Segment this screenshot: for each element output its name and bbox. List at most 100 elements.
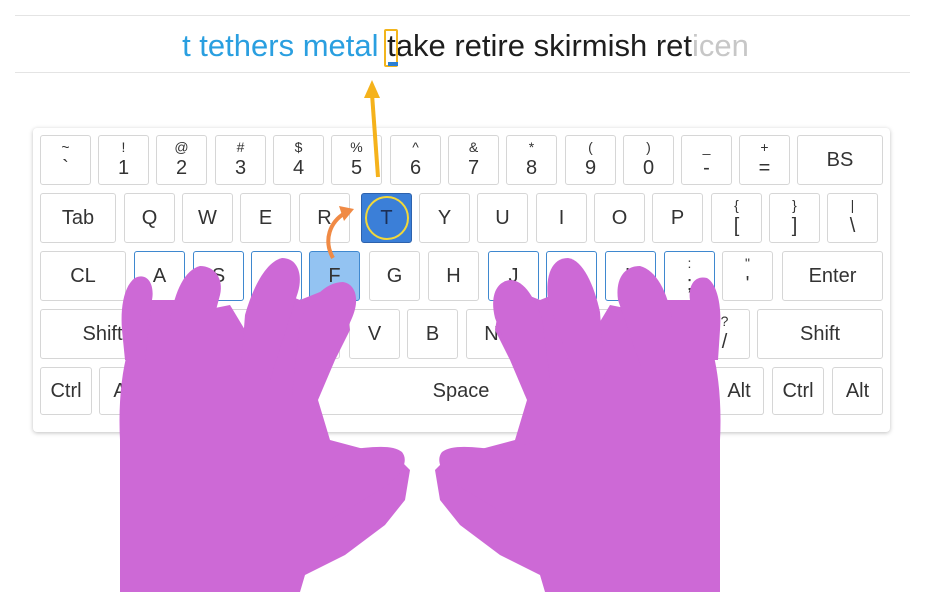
- key-row1-9[interactable]: (9: [565, 135, 616, 185]
- typing-text-line: t tethers metal t ake retire skirmish ret…: [0, 26, 931, 67]
- key-row1-9-label: 9: [584, 157, 597, 179]
- key-t-label: T: [380, 206, 393, 229]
- faded-text: icen: [692, 28, 749, 63]
- key-q[interactable]: Q: [124, 193, 175, 243]
- key-row2-sym-2-label: \: [849, 215, 856, 237]
- key-row1-2-shift-label: @: [174, 139, 189, 155]
- key-f[interactable]: F: [309, 251, 360, 301]
- key-e-label: E: [258, 206, 273, 229]
- key-s-label: S: [211, 264, 226, 287]
- key-space-label: Space: [432, 379, 490, 402]
- key-c[interactable]: C: [289, 309, 340, 359]
- key-quote-label: ': [745, 273, 750, 295]
- key-row1-0-label: `: [62, 157, 69, 179]
- key-row1-4[interactable]: $4: [273, 135, 324, 185]
- key-b[interactable]: B: [407, 309, 458, 359]
- key-e[interactable]: E: [240, 193, 291, 243]
- key-row1-5-label: 5: [350, 157, 363, 179]
- key-row2-sym-1-shift-label: }: [792, 197, 797, 213]
- key-ctrl-right-label: Ctrl: [782, 379, 814, 402]
- key-s[interactable]: S: [193, 251, 244, 301]
- key-t[interactable]: T: [361, 193, 412, 243]
- key-n[interactable]: N: [466, 309, 517, 359]
- key-alt-far-right-label: Alt: [845, 379, 870, 402]
- key-h[interactable]: H: [428, 251, 479, 301]
- key-v[interactable]: V: [349, 309, 400, 359]
- key-f-label: F: [328, 264, 341, 287]
- current-character: t: [384, 28, 399, 67]
- key-y-label: Y: [437, 206, 452, 229]
- key-tab-label: Tab: [61, 206, 95, 229]
- key-row1-0[interactable]: ~ `: [40, 135, 91, 185]
- key-row1-11[interactable]: _ -: [681, 135, 732, 185]
- key-shift-left-label: Shift: [82, 322, 123, 345]
- key-alt-right[interactable]: Alt: [714, 367, 764, 415]
- key-y[interactable]: Y: [419, 193, 470, 243]
- key-semicolon-label: ;: [686, 273, 693, 295]
- key-k[interactable]: K: [546, 251, 597, 301]
- key-row1-2[interactable]: @2: [156, 135, 207, 185]
- key-alt-far-right[interactable]: Alt: [832, 367, 883, 415]
- key-p[interactable]: P: [652, 193, 703, 243]
- key-tab[interactable]: Tab: [40, 193, 116, 243]
- key-row1-10-shift-label: ): [646, 139, 651, 155]
- key-row4-sym-2[interactable]: ? /: [699, 309, 750, 359]
- key-o[interactable]: O: [594, 193, 645, 243]
- key-row2-sym-2[interactable]: | \: [827, 193, 878, 243]
- key-shift-left[interactable]: Shift: [40, 309, 165, 359]
- key-row1-10[interactable]: ) 0: [623, 135, 674, 185]
- key-k-label: K: [564, 264, 579, 287]
- key-quote[interactable]: " ': [722, 251, 773, 301]
- key-row1-3[interactable]: #3: [215, 135, 266, 185]
- key-x-label: X: [248, 322, 263, 345]
- key-row1-5[interactable]: % 5: [331, 135, 382, 185]
- key-j-label: J: [508, 264, 519, 287]
- key-semicolon[interactable]: :;: [664, 251, 715, 301]
- key-caps-lock-label: CL: [70, 264, 96, 287]
- key-shift-right-label: Shift: [799, 322, 841, 345]
- key-i-label: I: [558, 206, 565, 229]
- key-d[interactable]: D: [251, 251, 302, 301]
- key-row1-0-shift-label: ~: [61, 139, 70, 155]
- key-caps-lock[interactable]: CL: [40, 251, 126, 301]
- key-l[interactable]: L: [605, 251, 656, 301]
- key-row1-8[interactable]: * 8: [506, 135, 557, 185]
- key-u[interactable]: U: [477, 193, 528, 243]
- upcoming-text: ake retire skirmish ret: [395, 28, 693, 63]
- key-row1-11-shift-label: _: [702, 139, 711, 155]
- key-row4-sym-1[interactable]: >.: [641, 309, 692, 359]
- key-alt-left[interactable]: Alt: [99, 367, 151, 415]
- key-m[interactable]: M: [524, 309, 575, 359]
- key-a[interactable]: A: [134, 251, 185, 301]
- key-row1-7[interactable]: & 7: [448, 135, 499, 185]
- key-row4-sym-2-shift-label: ?: [720, 313, 729, 329]
- key-row1-12[interactable]: + =: [739, 135, 790, 185]
- key-i[interactable]: I: [536, 193, 587, 243]
- key-shift-right[interactable]: Shift: [757, 309, 883, 359]
- key-g[interactable]: G: [369, 251, 420, 301]
- key-ctrl-left[interactable]: Ctrl: [40, 367, 92, 415]
- key-row2-sym-0[interactable]: {[: [711, 193, 762, 243]
- key-z[interactable]: Z: [172, 309, 223, 359]
- key-row1-1-shift-label: !: [121, 139, 126, 155]
- key-r[interactable]: R: [299, 193, 350, 243]
- key-row1-12-label: =: [758, 157, 771, 179]
- left-thumb: [300, 440, 405, 520]
- key-row4-sym-1-label: .: [663, 331, 670, 353]
- key-row2-sym-0-shift-label: {: [734, 197, 739, 213]
- key-row4-sym-0[interactable]: <,: [583, 309, 634, 359]
- key-q-label: Q: [141, 206, 158, 229]
- key-row1-6[interactable]: ^ 6: [390, 135, 441, 185]
- key-x[interactable]: X: [230, 309, 281, 359]
- key-space[interactable]: Space: [158, 367, 764, 415]
- key-w[interactable]: W: [182, 193, 233, 243]
- typed-text: t tethers metal: [182, 28, 388, 63]
- key-row1-1[interactable]: ! 1: [98, 135, 149, 185]
- key-row1-9-shift-label: (: [588, 139, 593, 155]
- key-backspace[interactable]: BS: [797, 135, 883, 185]
- key-row2-sym-1[interactable]: }]: [769, 193, 820, 243]
- virtual-keyboard: ~ `! 1 @2 #3 $4% 5 ^ 6 & 7 * 8(9) 0 _ - + = BS Tab Q W E R T Y U I O…: [33, 128, 890, 432]
- key-ctrl-right[interactable]: Ctrl: [772, 367, 824, 415]
- key-enter[interactable]: Enter: [782, 251, 883, 301]
- key-j[interactable]: J: [488, 251, 539, 301]
